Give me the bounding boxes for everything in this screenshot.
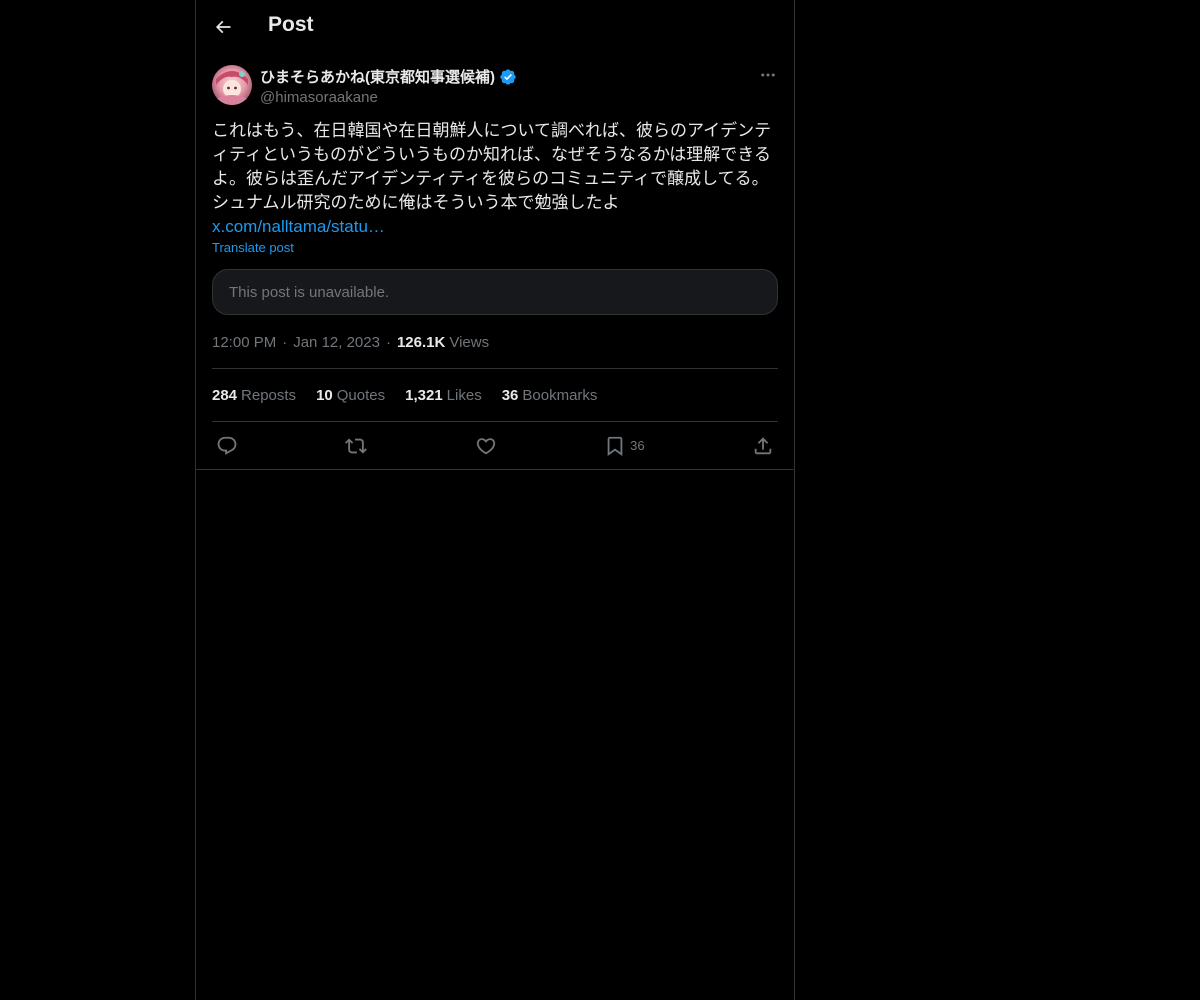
quotes-stat[interactable]: 10 Quotes: [316, 387, 385, 404]
reply-button[interactable]: [216, 435, 238, 457]
likes-stat[interactable]: 1,321 Likes: [405, 387, 482, 404]
share-icon: [754, 436, 772, 454]
reply-icon: [217, 436, 237, 455]
quotes-label: Quotes: [336, 386, 386, 404]
bookmarks-stat[interactable]: 36 Bookmarks: [502, 387, 598, 404]
bookmark-button[interactable]: 36: [604, 435, 645, 457]
bookmark-count: 36: [630, 438, 645, 453]
page-title: Post: [268, 13, 314, 36]
post-text: これはもう、在日韓国や在日朝鮮人について調べれば、彼らのアイデンティティというも…: [212, 121, 772, 212]
bookmarks-count: 36: [501, 386, 519, 404]
author-row: ひまそらあかね(東京都知事選候補) @himasoraakane: [212, 65, 778, 109]
more-options-button[interactable]: [758, 65, 778, 85]
post-meta: 12:00 PM · Jan 12, 2023 · 126.1K Views: [212, 331, 778, 369]
main-column: Post ひまそらあかね(東京都知事選候補) @himasoraakane これ…: [195, 0, 795, 1000]
page-header: Post: [196, 0, 794, 53]
like-button[interactable]: [475, 435, 497, 457]
post-detail: ひまそらあかね(東京都知事選候補) @himasoraakane これはもう、在…: [196, 65, 794, 469]
engagement-stats: 284 Reposts 10 Quotes 1,321 Likes 36 Bookmar…: [212, 369, 778, 422]
avatar-image: [212, 65, 252, 105]
views-count: 126.1K: [396, 333, 446, 351]
likes-count: 1,321: [405, 386, 443, 404]
heart-icon: [476, 437, 495, 454]
back-button[interactable]: [206, 10, 240, 44]
author-info: ひまそらあかね(東京都知事選候補) @himasoraakane: [260, 66, 517, 106]
display-name[interactable]: ひまそらあかね(東京都知事選候補): [260, 66, 495, 87]
more-icon: [761, 73, 775, 77]
post-bottom-divider: [196, 469, 794, 470]
author-handle[interactable]: @himasoraakane: [260, 89, 517, 106]
views-label: Views: [449, 333, 490, 351]
post-actions: 36: [212, 422, 778, 469]
share-button[interactable]: [752, 435, 774, 457]
post-link[interactable]: x.com/nalltama/statu…: [212, 215, 778, 239]
arrow-left-icon: [215, 20, 231, 33]
quoted-post-unavailable: This post is unavailable.: [212, 269, 778, 315]
post-date[interactable]: Jan 12, 2023: [293, 334, 380, 351]
bookmark-icon: [607, 436, 623, 456]
verified-badge-icon: [499, 68, 517, 86]
meta-separator: ·: [282, 333, 288, 351]
reposts-count: 284: [212, 386, 238, 404]
post-time[interactable]: 12:00 PM: [212, 334, 276, 351]
repost-icon: [345, 438, 368, 453]
quotes-count: 10: [316, 386, 333, 404]
likes-label: Likes: [446, 386, 482, 404]
avatar[interactable]: [212, 65, 252, 105]
bookmarks-label: Bookmarks: [522, 386, 598, 404]
meta-separator: ·: [385, 333, 391, 351]
reposts-label: Reposts: [241, 386, 297, 404]
display-name-row: ひまそらあかね(東京都知事選候補): [260, 66, 517, 87]
repost-button[interactable]: [345, 435, 368, 457]
translate-post-link[interactable]: Translate post: [212, 240, 294, 255]
reposts-stat[interactable]: 284 Reposts: [212, 387, 296, 404]
